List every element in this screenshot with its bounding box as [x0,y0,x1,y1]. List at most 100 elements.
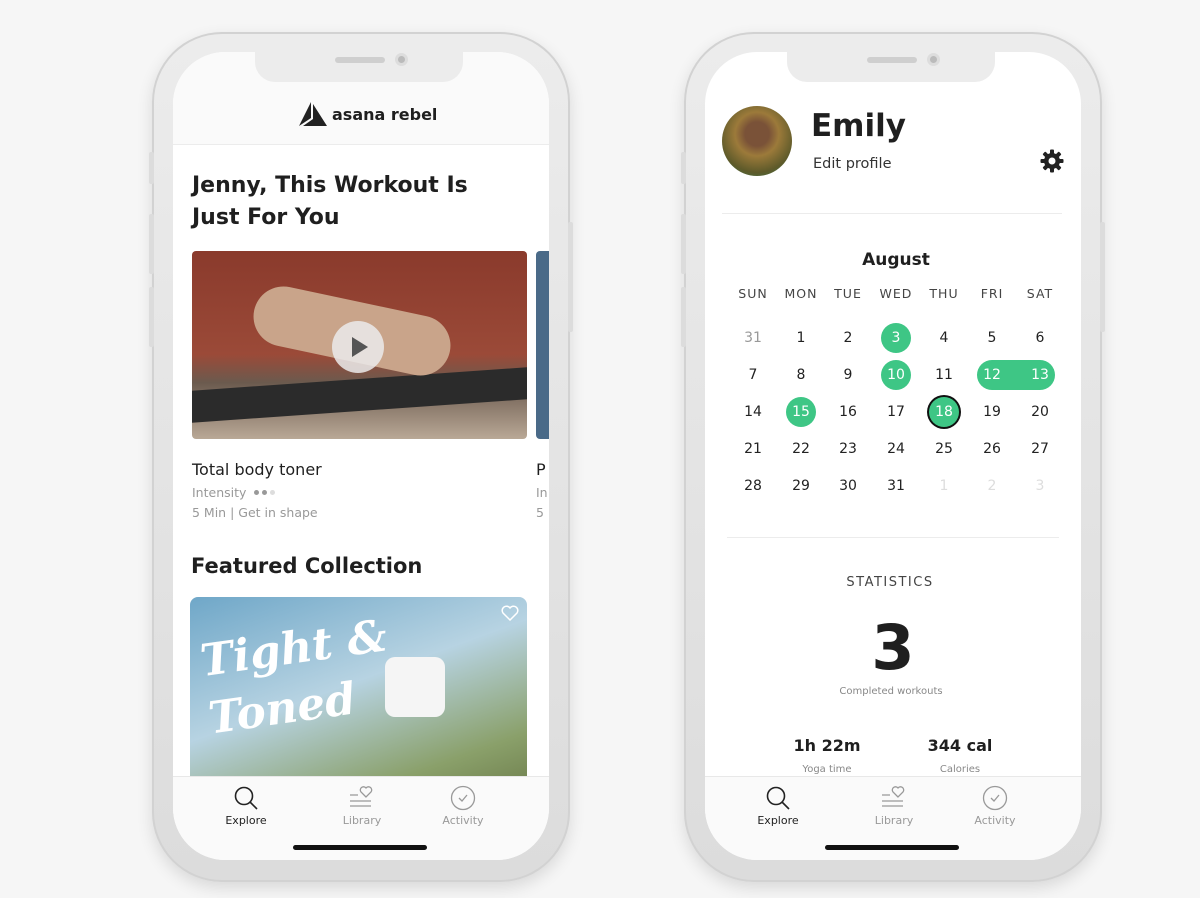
calendar-day[interactable]: 24 [879,434,913,464]
workout-title[interactable]: Total body toner [192,460,322,479]
weekday-label: THU [929,286,959,301]
asana-rebel-logo-icon [299,102,327,126]
calendar-day[interactable]: 23 [831,434,865,464]
brand-logo: asana rebel [299,102,437,126]
tab-label: Explore [225,814,267,827]
calendar-day[interactable]: 28 [736,471,770,501]
library-heart-icon [849,785,939,811]
phone-profile: Emily Edit profile August SUN MON TUE WED TH… [681,32,1105,882]
calendar-day[interactable]: 2 [831,323,865,353]
featured-collection-card[interactable]: Tight & Toned [190,597,527,797]
calendar-day[interactable]: 10 [881,360,911,390]
profile-screen: Emily Edit profile August SUN MON TUE WED TH… [705,52,1081,860]
statistics-heading: STATISTICS [846,575,934,590]
calendar-day[interactable]: 2 [975,471,1009,501]
explore-screen: asana rebel Jenny, This Workout Is Just … [173,52,549,860]
featured-heading: Featured Collection [191,554,423,578]
weekday-label: FRI [980,286,1004,301]
calendar-day[interactable]: 20 [1023,397,1057,427]
intensity-dot [254,490,260,495]
play-icon [352,337,368,357]
calendar-day[interactable]: 1 [927,471,961,501]
tab-label: Explore [757,814,799,827]
intensity-dots [254,490,276,495]
tab-library[interactable]: Library [849,785,939,827]
calendar-day[interactable]: 26 [975,434,1009,464]
calendar-day[interactable]: 13 [1023,360,1057,390]
calendar-day[interactable]: 14 [736,397,770,427]
calendar-day[interactable]: 18 [929,397,959,427]
next-card-image[interactable] [536,251,549,439]
calendar-day[interactable]: 5 [975,323,1009,353]
avatar[interactable] [722,106,792,176]
calendar-day[interactable]: 31 [736,323,770,353]
tab-label: Library [342,814,382,827]
check-circle-icon [950,785,1040,811]
calendar-day[interactable]: 8 [784,360,818,390]
weekday-label: WED [879,286,913,301]
calendar-day[interactable]: 1 [784,323,818,353]
tab-label: Activity [974,814,1016,827]
calendar-day[interactable]: 6 [1023,323,1057,353]
tab-activity[interactable]: Activity [418,785,508,827]
tab-explore[interactable]: Explore [733,785,823,827]
calendar-day[interactable]: 19 [975,397,1009,427]
calendar-month: August [862,250,930,270]
calendar-day[interactable]: 27 [1023,434,1057,464]
weekday-label: SAT [1026,286,1054,301]
tab-activity[interactable]: Activity [950,785,1040,827]
edit-profile-link[interactable]: Edit profile [813,156,892,172]
calendar-day[interactable]: 12 [975,360,1009,390]
calendar-day[interactable]: 15 [786,397,816,427]
calendar-day[interactable]: 11 [927,360,961,390]
weekday-label: TUE [834,286,862,301]
weekday-label: MON [784,286,818,301]
play-button[interactable] [332,321,384,373]
calories-label: Calories [939,764,981,775]
phone-explore: asana rebel Jenny, This Workout Is Just … [149,32,573,882]
calendar-day[interactable]: 16 [831,397,865,427]
workout-meta: 5 Min | Get in shape [192,505,318,520]
calendar-day[interactable]: 31 [879,471,913,501]
workout-card-image[interactable] [192,251,527,439]
heart-icon[interactable] [501,605,519,621]
weekday-label: SUN [738,286,768,301]
calendar-day[interactable]: 25 [927,434,961,464]
gear-icon[interactable] [1040,149,1064,173]
calendar-day[interactable]: 22 [784,434,818,464]
profile-name: Emily [811,108,906,144]
search-icon [201,785,291,811]
next-card-intensity: In [536,485,548,500]
calendar-day[interactable]: 3 [881,323,911,353]
tab-library[interactable]: Library [317,785,407,827]
calendar-day[interactable]: 21 [736,434,770,464]
workout-intensity: Intensity [192,485,276,500]
divider [727,537,1059,538]
completed-workouts-label: Completed workouts [839,686,943,697]
intensity-dot [270,490,276,495]
tab-explore[interactable]: Explore [201,785,291,827]
divider [722,213,1062,214]
calendar-day[interactable]: 7 [736,360,770,390]
calendar-day[interactable]: 17 [879,397,913,427]
calendar-day[interactable]: 9 [831,360,865,390]
home-indicator[interactable] [293,845,427,850]
calendar-day[interactable]: 30 [831,471,865,501]
home-indicator[interactable] [825,845,959,850]
page-heading: Jenny, This Workout Is Just For You [192,173,468,230]
check-circle-icon [418,785,508,811]
intensity-dot [262,490,268,495]
calendar-day[interactable]: 29 [784,471,818,501]
search-icon [733,785,823,811]
tab-label: Activity [442,814,484,827]
yoga-time-label: Yoga time [802,764,852,775]
calories-value: 344 cal [927,736,993,755]
calendar-day[interactable]: 3 [1023,471,1057,501]
brand-name: asana rebel [332,104,438,124]
yoga-time-value: 1h 22m [793,736,861,755]
library-heart-icon [317,785,407,811]
next-card-meta: 5 [536,505,544,520]
next-card-title[interactable]: P [536,460,546,479]
calendar-day[interactable]: 4 [927,323,961,353]
collection-title-art: Tight & Toned [197,610,391,745]
